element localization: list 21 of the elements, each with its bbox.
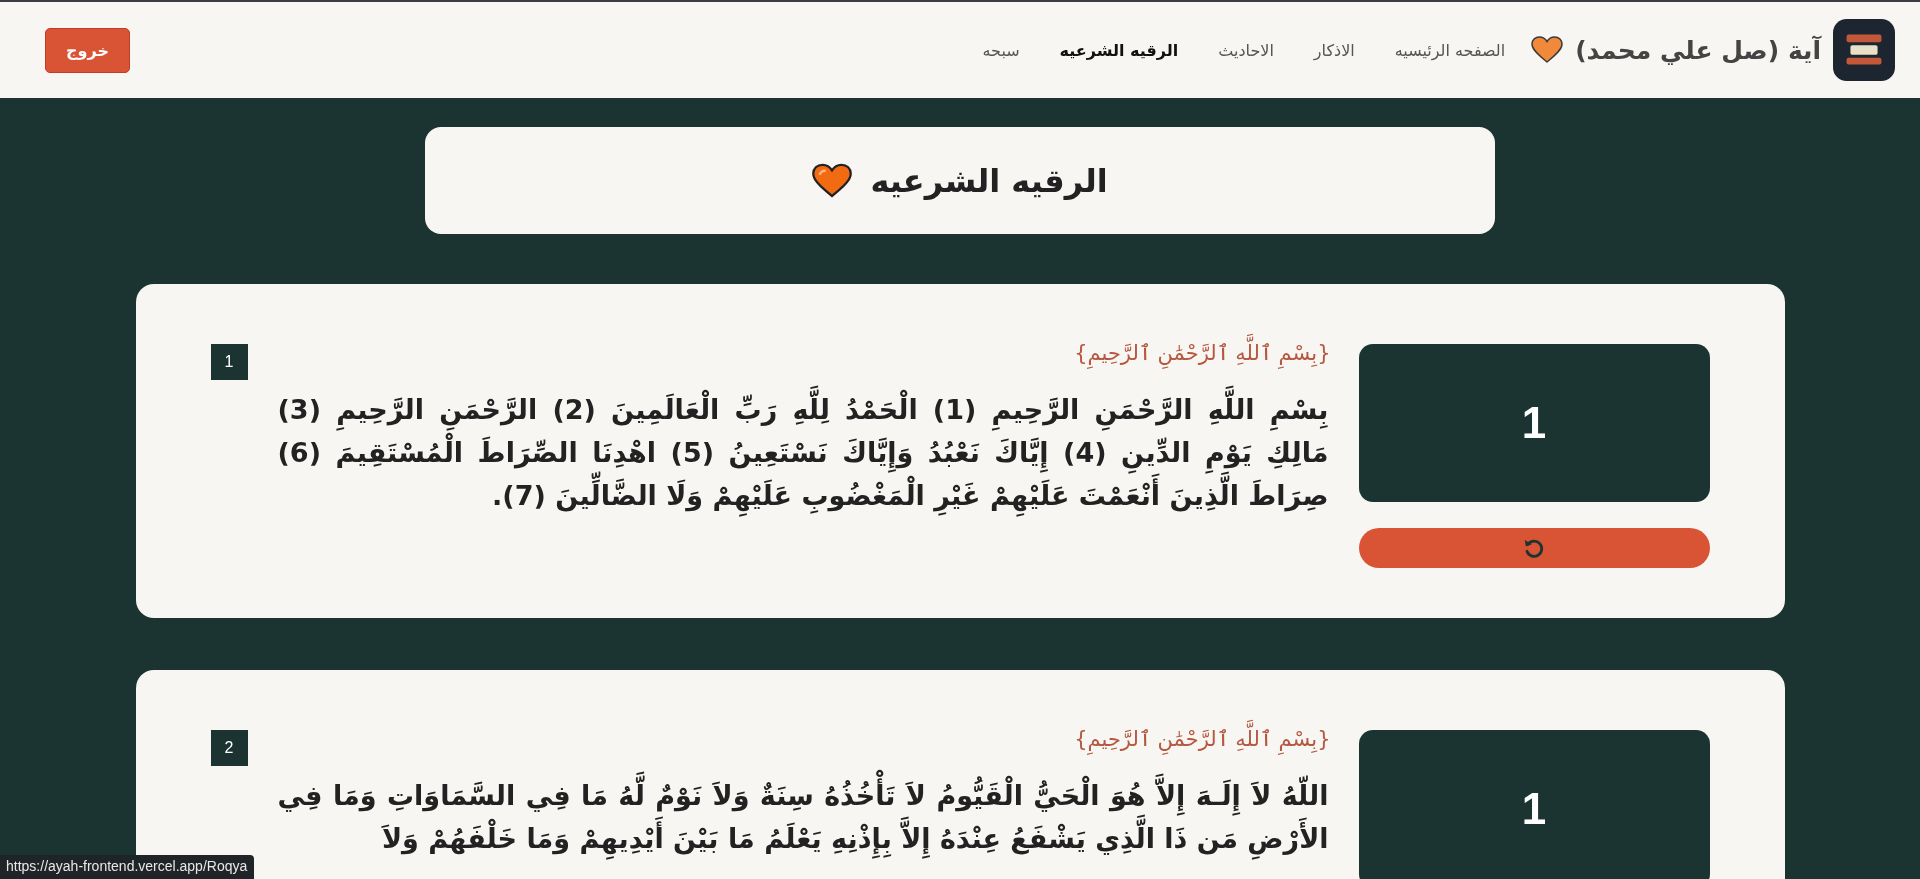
nav-link[interactable]: الاحاديث xyxy=(1218,40,1274,60)
counter-display[interactable]: 1 xyxy=(1358,730,1710,879)
card-number: 1 xyxy=(210,344,248,380)
logo-icon[interactable] xyxy=(1833,19,1895,81)
nav-link[interactable]: سبحه xyxy=(982,40,1020,60)
page-title: الرقيه الشرعيه xyxy=(870,161,1108,200)
nav-link[interactable]: الصفحه الرئيسيه xyxy=(1394,40,1506,60)
card-number: 2 xyxy=(210,730,248,766)
dhikr-text: اللّهُ لاَ إِلَـهَ إِلاَّ هُوَ الْحَيُّ الْقَيُّومُ لاَ تَأْخُذُهُ سِنَةٌ وَلاَ نَوْمٌ لَّهُ مَا فِي السَّمَاوَاتِ وَمَا فِي الأَرْضِ مَن ذَا الَّذِي يَشْفَعُ عِنْدَهُ إِلاَّ بِإِذْنِهِ يَعْلَمُ مَا بَيْنَ أَيْدِيهِمْ وَمَا خَلْفَهُمْ وَلاَ xyxy=(273,765,1333,869)
basmala-heading: {بِسْمِ ٱللَّهِ ٱلرَّحْمَٰنِ ٱلرَّحِيمِ} xyxy=(1072,332,1333,376)
heart-icon xyxy=(812,162,853,199)
logout-button[interactable]: خروج xyxy=(45,27,130,73)
dhikr-text: بِسْمِ اللَّهِ الرَّحْمَنِ الرَّحِيمِ (1) الْحَمْدُ لِلَّهِ رَبِّ الْعَالَمِينَ (2) الرَّحْمَنِ الرَّحِيمِ (3) مَالِكِ يَوْمِ الدِّينِ (4) إِيَّاكَ نَعْبُدُ وَإِيَّاكَ نَسْتَعِينُ (5) اهْدِنَا الصِّرَاطَ الْمُسْتَقِيمَ (6) صِرَاطَ الَّذِينَ أَنْعَمْتَ عَلَيْهِمْ غَيْرِ الْمَغْضُوبِ عَلَيْهِمْ وَلَا الضَّالِّينَ (7). xyxy=(273,379,1333,526)
counter-display[interactable]: 1 xyxy=(1358,344,1710,502)
reset-button[interactable] xyxy=(1358,528,1710,568)
status-url-tooltip: https://ayah-frontend.vercel.app/Roqya xyxy=(0,855,255,879)
nav-link[interactable]: الرقيه الشرعيه xyxy=(1059,40,1179,60)
nav-link[interactable]: الاذكار xyxy=(1313,40,1355,60)
heart-icon xyxy=(1531,36,1564,64)
brand-name[interactable]: آية (صل علي محمد) xyxy=(1575,35,1821,65)
basmala-heading: {بِسْمِ ٱللَّهِ ٱلرَّحْمَٰنِ ٱلرَّحِيمِ} xyxy=(1072,718,1333,762)
